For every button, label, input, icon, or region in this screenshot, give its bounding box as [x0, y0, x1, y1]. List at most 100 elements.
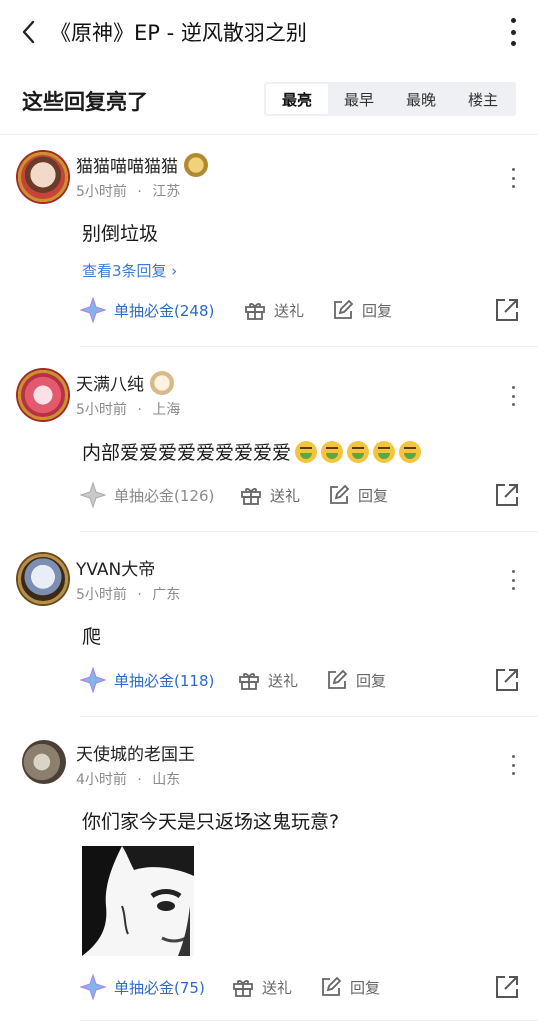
reply-button[interactable]: 回复 [326, 663, 386, 697]
comment-text: 你们家今天是只返场这鬼玩意? [82, 811, 340, 833]
username[interactable]: 天满八纯 [76, 370, 144, 395]
username-row: YVAN大帝 [76, 555, 155, 580]
comment-location: 江苏 [152, 184, 181, 200]
comment-more-button[interactable] [510, 570, 516, 590]
nauseated-face-icon [347, 440, 370, 463]
dot-icon [511, 176, 515, 180]
chevron-left-icon [22, 20, 35, 44]
meme-image[interactable] [82, 846, 194, 956]
avatar[interactable] [22, 740, 66, 784]
comment-time: 5小时前 [76, 402, 127, 418]
username-row: 猫猫喵喵猫猫 [76, 152, 208, 177]
avatar[interactable] [18, 370, 68, 420]
share-icon[interactable] [494, 297, 520, 323]
reply-button[interactable]: 回复 [320, 970, 380, 1004]
dot-icon [511, 578, 515, 582]
level-badge-icon [184, 152, 208, 177]
dot-icon [511, 168, 515, 171]
edit-icon [334, 299, 354, 319]
comment-location: 山东 [152, 772, 181, 788]
comment-time: 5小时前 [76, 184, 127, 200]
dot-icon [510, 41, 516, 46]
gold-pull-button[interactable]: 单抽必金(118) [80, 663, 214, 697]
sort-tab-op[interactable]: 楼主 [452, 84, 514, 114]
gift-button[interactable]: 送礼 [238, 663, 298, 697]
gold-pull-button[interactable]: 单抽必金(248) [80, 293, 214, 327]
top-bar: 《原神》EP - 逆风散羽之别 [0, 0, 538, 62]
dot-icon [511, 763, 515, 767]
gift-button[interactable]: 送礼 [232, 970, 292, 1004]
comment-actions: 单抽必金(118) 送礼 回复 [80, 663, 520, 697]
page-title: 《原神》EP - 逆风散羽之别 [50, 21, 307, 45]
nauseated-face-icon [321, 440, 344, 463]
username[interactable]: 天使城的老国王 [76, 740, 195, 765]
gold-pull-button[interactable]: 单抽必金(126) [80, 478, 214, 512]
gold-pull-button[interactable]: 单抽必金(75) [80, 970, 205, 1004]
meta-separator: · [137, 184, 142, 200]
reply-button[interactable]: 回复 [332, 293, 392, 327]
dot-icon [511, 755, 515, 758]
star-sparkle-icon [80, 667, 106, 693]
nauseated-face-icon [373, 440, 396, 463]
comment-meta: 5小时前 · 江苏 [76, 181, 180, 201]
comment-more-button[interactable] [510, 755, 516, 775]
comment-more-button[interactable] [510, 386, 516, 406]
view-replies-link[interactable]: 查看3条回复 › [82, 260, 177, 281]
edit-icon [328, 669, 348, 689]
gift-icon [245, 303, 265, 320]
nauseated-face-icon [295, 440, 318, 463]
reply-button[interactable]: 回复 [328, 478, 388, 512]
comment-time: 4小时前 [76, 772, 127, 788]
share-icon[interactable] [494, 482, 520, 508]
username[interactable]: 猫猫喵喵猫猫 [76, 152, 178, 177]
sort-tabs: 最亮 最早 最晚 楼主 [264, 82, 516, 116]
avatar[interactable] [18, 554, 68, 604]
username[interactable]: YVAN大帝 [76, 555, 155, 580]
meta-separator: · [137, 587, 142, 603]
comment-actions: 单抽必金(126) 送礼 回复 [80, 478, 520, 512]
dot-icon [510, 18, 516, 23]
comment-meta: 5小时前 · 上海 [76, 399, 180, 419]
sort-tab-brightest[interactable]: 最亮 [266, 84, 328, 114]
dot-icon [511, 386, 515, 389]
comment-text: 别倒垃圾 [82, 223, 159, 245]
comment-text: 内部爱爱爱爱爱爱爱爱爱 [82, 442, 292, 464]
comment-more-button[interactable] [510, 168, 516, 188]
comment-actions: 单抽必金(248) 送礼 回复 [80, 293, 520, 327]
comment-text: 爬 [82, 626, 102, 648]
username-row: 天使城的老国王 [76, 740, 195, 765]
gift-icon [239, 673, 259, 690]
back-button[interactable] [14, 18, 42, 46]
star-sparkle-icon [80, 974, 106, 1000]
username-row: 天满八纯 [76, 370, 174, 395]
gift-icon [233, 980, 253, 997]
comment-meta: 5小时前 · 广东 [76, 584, 180, 604]
comment-meta: 4小时前 · 山东 [76, 769, 180, 789]
dot-icon [511, 185, 515, 188]
more-options-button[interactable] [508, 18, 518, 46]
comment-location: 上海 [152, 402, 181, 418]
section-title: 这些回复亮了 [22, 90, 148, 114]
gift-icon [241, 488, 261, 505]
avatar[interactable] [18, 152, 68, 202]
sort-tab-earliest[interactable]: 最早 [328, 84, 390, 114]
meta-separator: · [137, 772, 142, 788]
comment-time: 5小时前 [76, 587, 127, 603]
share-icon[interactable] [494, 974, 520, 1000]
section-header: 这些回复亮了 最亮 最早 最晚 楼主 [0, 76, 538, 122]
sort-tab-latest[interactable]: 最晚 [390, 84, 452, 114]
divider [80, 716, 538, 717]
edit-icon [322, 976, 342, 996]
gift-button[interactable]: 送礼 [240, 478, 300, 512]
divider [0, 134, 538, 135]
share-icon[interactable] [494, 667, 520, 693]
dot-icon [511, 772, 515, 775]
dot-icon [510, 29, 516, 35]
divider [80, 531, 538, 532]
gift-button[interactable]: 送礼 [244, 293, 304, 327]
comment-text-row: 内部爱爱爱爱爱爱爱爱爱 [82, 438, 422, 465]
divider [80, 346, 538, 347]
dot-icon [511, 394, 515, 398]
dot-icon [511, 587, 515, 590]
dot-icon [511, 403, 515, 406]
